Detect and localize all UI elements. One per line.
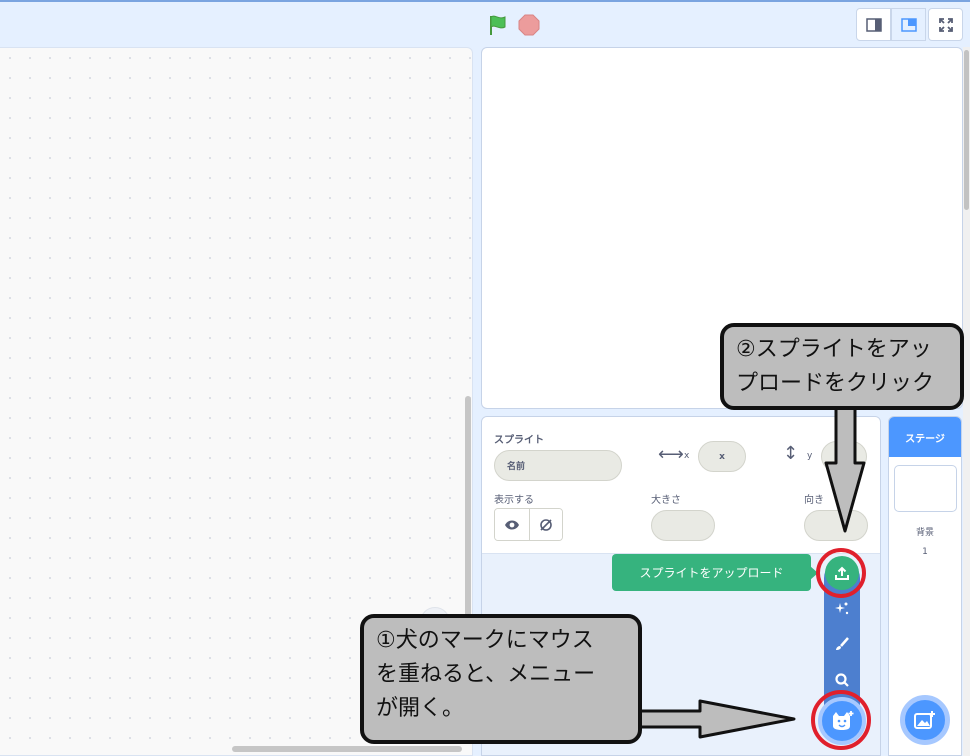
stage-thumbnail[interactable] [894, 465, 957, 512]
page-scroll-thumb[interactable] [964, 50, 969, 210]
x-arrow-icon: ⟷ [658, 444, 684, 465]
y-label: y [807, 451, 813, 461]
visibility-toggle [494, 508, 563, 541]
normal-stage-icon[interactable] [891, 8, 926, 41]
green-flag-icon[interactable] [486, 13, 510, 37]
x-field[interactable]: x [698, 441, 746, 472]
y-field[interactable] [821, 441, 867, 472]
direction-field[interactable] [804, 510, 868, 541]
small-stage-icon[interactable] [856, 8, 891, 41]
size-label: 大きさ [651, 495, 681, 506]
callout-hover-instruction: ①犬のマークにマウス を重ねると、メニュー が開く。 [360, 614, 642, 744]
y-arrow-icon: ↕ [783, 443, 799, 464]
sprite-label: スプライト [494, 435, 544, 446]
code-horizontal-scrollbar[interactable] [232, 746, 462, 752]
paint-icon [836, 637, 849, 650]
stage-layout-buttons [856, 8, 963, 41]
surprise-icon [835, 602, 849, 615]
choose-backdrop-button[interactable] [900, 695, 950, 745]
show-label: 表示する [494, 495, 534, 506]
callout-upload-instruction: ②スプライトをアッ プロードをクリック [720, 323, 964, 410]
fullscreen-icon[interactable] [928, 8, 963, 41]
x-label: x [684, 451, 690, 461]
upload-tooltip: スプライトをアップロード [612, 554, 818, 591]
upload-highlight-ring [816, 548, 866, 598]
hide-eye-icon[interactable] [528, 509, 562, 540]
backdrop-count: 1 [922, 547, 928, 557]
sprite-info: スプライト 名前 ⟷ x x ↕ y 表示する 大きさ 向き [482, 417, 880, 554]
cat-highlight-ring [811, 690, 871, 750]
window-top-border [0, 0, 970, 2]
backdrop-label: 背景 [915, 528, 934, 538]
backdrop-image-icon [914, 711, 935, 729]
sprite-name-field[interactable]: 名前 [494, 450, 622, 481]
search-icon [835, 673, 849, 687]
paint-sprite-button[interactable] [824, 629, 860, 659]
direction-label: 向き [804, 495, 824, 506]
surprise-sprite-button[interactable] [824, 594, 860, 624]
stop-icon[interactable] [517, 13, 541, 37]
size-field[interactable] [651, 510, 715, 541]
show-eye-icon[interactable] [495, 509, 529, 540]
stage-tab[interactable]: ステージ [889, 417, 961, 457]
